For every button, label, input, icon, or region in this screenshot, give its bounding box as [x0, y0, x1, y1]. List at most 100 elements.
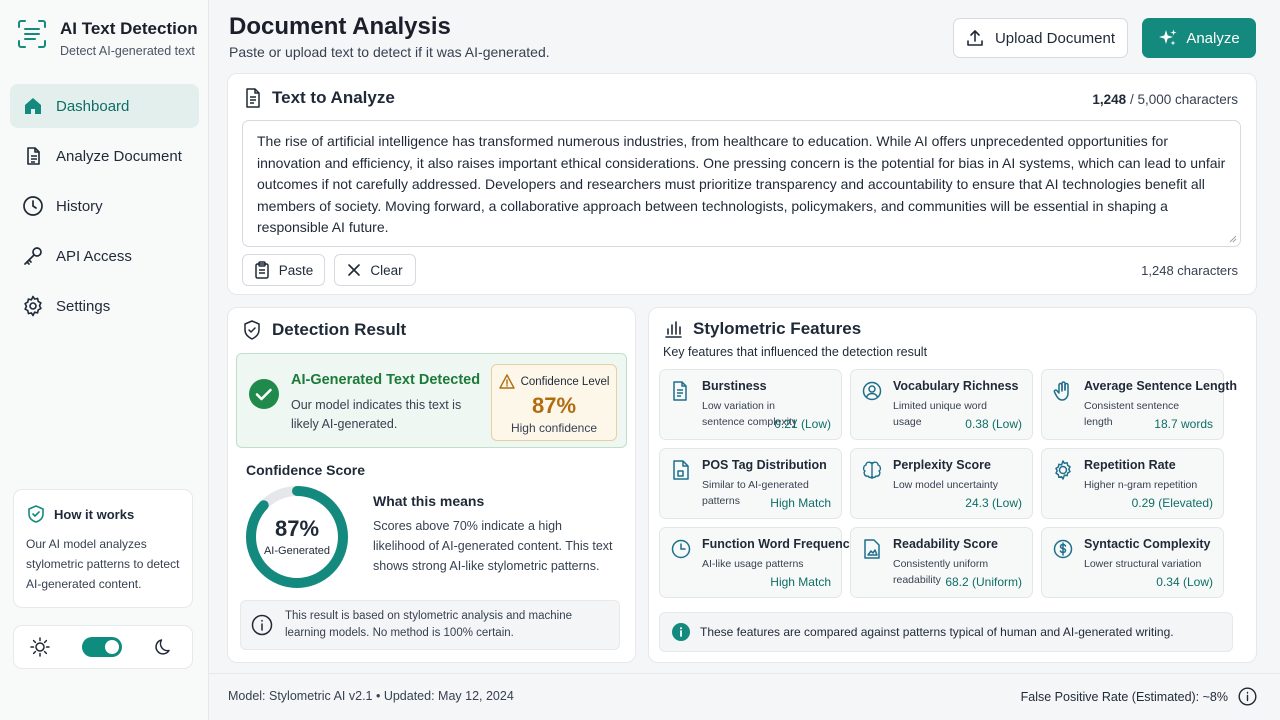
char-count-bottom: 1,248 characters: [1141, 263, 1238, 278]
sidebar-item-label: Settings: [56, 297, 111, 315]
moon-icon[interactable]: [154, 637, 174, 657]
feature-value: High Match: [770, 496, 831, 510]
sidebar-item-analyze-document[interactable]: Analyze Document: [10, 134, 199, 178]
how-it-works-text: Our AI model analyzes stylometric patter…: [26, 537, 180, 591]
confidence-score-title: Confidence Score: [246, 462, 366, 478]
upload-icon: [966, 29, 995, 47]
detection-summary: AI-Generated Text Detected Our model ind…: [236, 353, 627, 448]
close-icon: [347, 263, 370, 277]
clipboard-icon: [254, 261, 279, 279]
page-subtitle: Paste or upload text to detect if it was…: [229, 44, 550, 60]
feature-description: AI-like usage patterns: [702, 558, 804, 570]
sidebar-item-history[interactable]: History: [10, 184, 199, 228]
feature-function-word-frequency: Function Word Frequency AI-like usage pa…: [659, 527, 857, 598]
sidebar-item-api-access[interactable]: API Access: [10, 234, 199, 278]
document-tag-icon: [670, 459, 692, 481]
detection-result-title: Detection Result: [272, 320, 407, 339]
disclaimer-text: This result is based on stylometric anal…: [285, 610, 572, 639]
stylometric-features-card: Stylometric Features Key features that i…: [648, 307, 1257, 663]
char-count-value: 1,248: [1092, 92, 1127, 107]
feature-title: Burstiness: [702, 379, 767, 393]
feature-vocabulary-richness: Vocabulary Richness Limited unique word …: [850, 369, 1033, 440]
document-lines-icon: [670, 380, 690, 402]
gear-cycle-icon: [1052, 459, 1074, 481]
confidence-level-value: 87%: [531, 393, 577, 418]
sidebar-item-settings[interactable]: Settings: [10, 284, 199, 328]
info-icon: [251, 614, 285, 636]
sparkles-icon: [1158, 28, 1186, 48]
resize-handle-icon[interactable]: [1227, 233, 1237, 243]
check-circle-icon: [248, 378, 280, 410]
char-count-top: 1,248 / 5,000 characters: [1092, 92, 1238, 107]
confidence-level-label: Confidence Level: [520, 375, 610, 388]
clock-gauge-icon: [670, 538, 692, 560]
features-info-bar: These features are compared against patt…: [659, 612, 1233, 652]
feature-value: 24.3 (Low): [965, 496, 1022, 510]
stylometric-subtitle: Key features that influenced the detecti…: [663, 345, 928, 359]
clear-button[interactable]: Clear: [334, 254, 416, 286]
analyze-label: Analyze: [1186, 29, 1240, 47]
toggle-knob: [105, 640, 119, 654]
sidebar-item-label: API Access: [56, 247, 132, 265]
feature-title: Repetition Rate: [1084, 458, 1176, 472]
dollar-circle-icon: [1052, 538, 1074, 560]
detection-title: AI-Generated Text Detected: [291, 372, 481, 388]
sun-icon[interactable]: [30, 637, 50, 657]
bar-chart-icon: [663, 319, 683, 339]
feature-value: 68.2 (Uniform): [945, 575, 1022, 589]
detection-result-card: Detection Result AI-Generated Text Detec…: [227, 307, 636, 663]
paste-button[interactable]: Paste: [242, 254, 325, 286]
text-to-analyze-card: Text to Analyze 1,248 / 5,000 characters…: [227, 73, 1257, 295]
stylometric-header: Stylometric Features: [663, 319, 861, 339]
what-this-means-text: Scores above 70% indicate a high likelih…: [373, 519, 613, 573]
user-search-icon: [861, 380, 883, 402]
document-icon: [244, 88, 262, 108]
dark-mode-toggle[interactable]: [82, 637, 122, 657]
feature-title: Vocabulary Richness: [893, 379, 1019, 393]
clock-icon: [21, 194, 45, 218]
feature-burstiness: Burstiness Low variation in sentence com…: [659, 369, 842, 440]
confidence-level-sub: High confidence: [510, 421, 598, 435]
text-to-analyze-header: Text to Analyze: [244, 88, 395, 108]
analyze-button[interactable]: Analyze: [1142, 18, 1256, 58]
disclaimer-note: This result is based on stylometric anal…: [240, 600, 620, 650]
model-info: Model: Stylometric AI v2.1 • Updated: Ma…: [228, 689, 514, 703]
info-icon: [672, 623, 700, 641]
upload-document-button[interactable]: Upload Document: [953, 18, 1128, 58]
features-info-text: These features are compared against patt…: [700, 625, 1174, 639]
feature-value: High Match: [770, 575, 831, 589]
feature-value: 0.38 (Low): [965, 417, 1022, 431]
sidebar-item-dashboard[interactable]: Dashboard: [10, 84, 199, 128]
text-input[interactable]: The rise of artificial intelligence has …: [242, 120, 1241, 247]
text-input-value: The rise of artificial intelligence has …: [257, 133, 1226, 235]
what-this-means-title: What this means: [373, 493, 485, 509]
detection-result-header: Detection Result: [242, 319, 406, 341]
brand-subtitle: Detect AI-generated text: [60, 44, 195, 58]
feature-title: Average Sentence Length: [1084, 379, 1238, 393]
feature-value: 0.34 (Low): [1156, 575, 1213, 589]
feature-description: Higher n-gram repetition: [1084, 479, 1198, 491]
feature-repetition-rate: Repetition Rate Higher n-gram repetition…: [1041, 448, 1224, 519]
feature-pos-tag-distribution: POS Tag Distribution Similar to AI-gener…: [659, 448, 842, 519]
brain-icon: [861, 459, 883, 481]
text-to-analyze-title: Text to Analyze: [272, 88, 395, 107]
warning-icon: [498, 374, 521, 389]
sidebar-item-label: Analyze Document: [56, 147, 182, 165]
shield-check-icon: [26, 504, 46, 524]
feature-title: Syntactic Complexity: [1084, 537, 1211, 551]
paste-label: Paste: [278, 262, 314, 278]
theme-switcher: [13, 625, 193, 669]
scan-text-icon: [16, 18, 48, 58]
detection-description: Our model indicates this text is likely …: [291, 398, 462, 431]
confidence-level-box: Confidence Level 87% High confidence: [491, 364, 617, 441]
feature-title: POS Tag Distribution: [702, 458, 827, 472]
feature-title: Function Word Frequency: [702, 537, 857, 551]
confidence-score-label: AI-Generated: [263, 545, 331, 557]
feature-title: Perplexity Score: [893, 458, 991, 472]
clear-label: Clear: [370, 262, 403, 278]
gear-icon: [21, 294, 45, 318]
sidebar-nav: Dashboard Analyze Document History API A…: [10, 84, 199, 334]
how-it-works-card: How it works Our AI model analyzes stylo…: [13, 489, 193, 608]
info-icon[interactable]: [1228, 687, 1257, 706]
feature-description: Lower structural variation: [1084, 558, 1202, 570]
